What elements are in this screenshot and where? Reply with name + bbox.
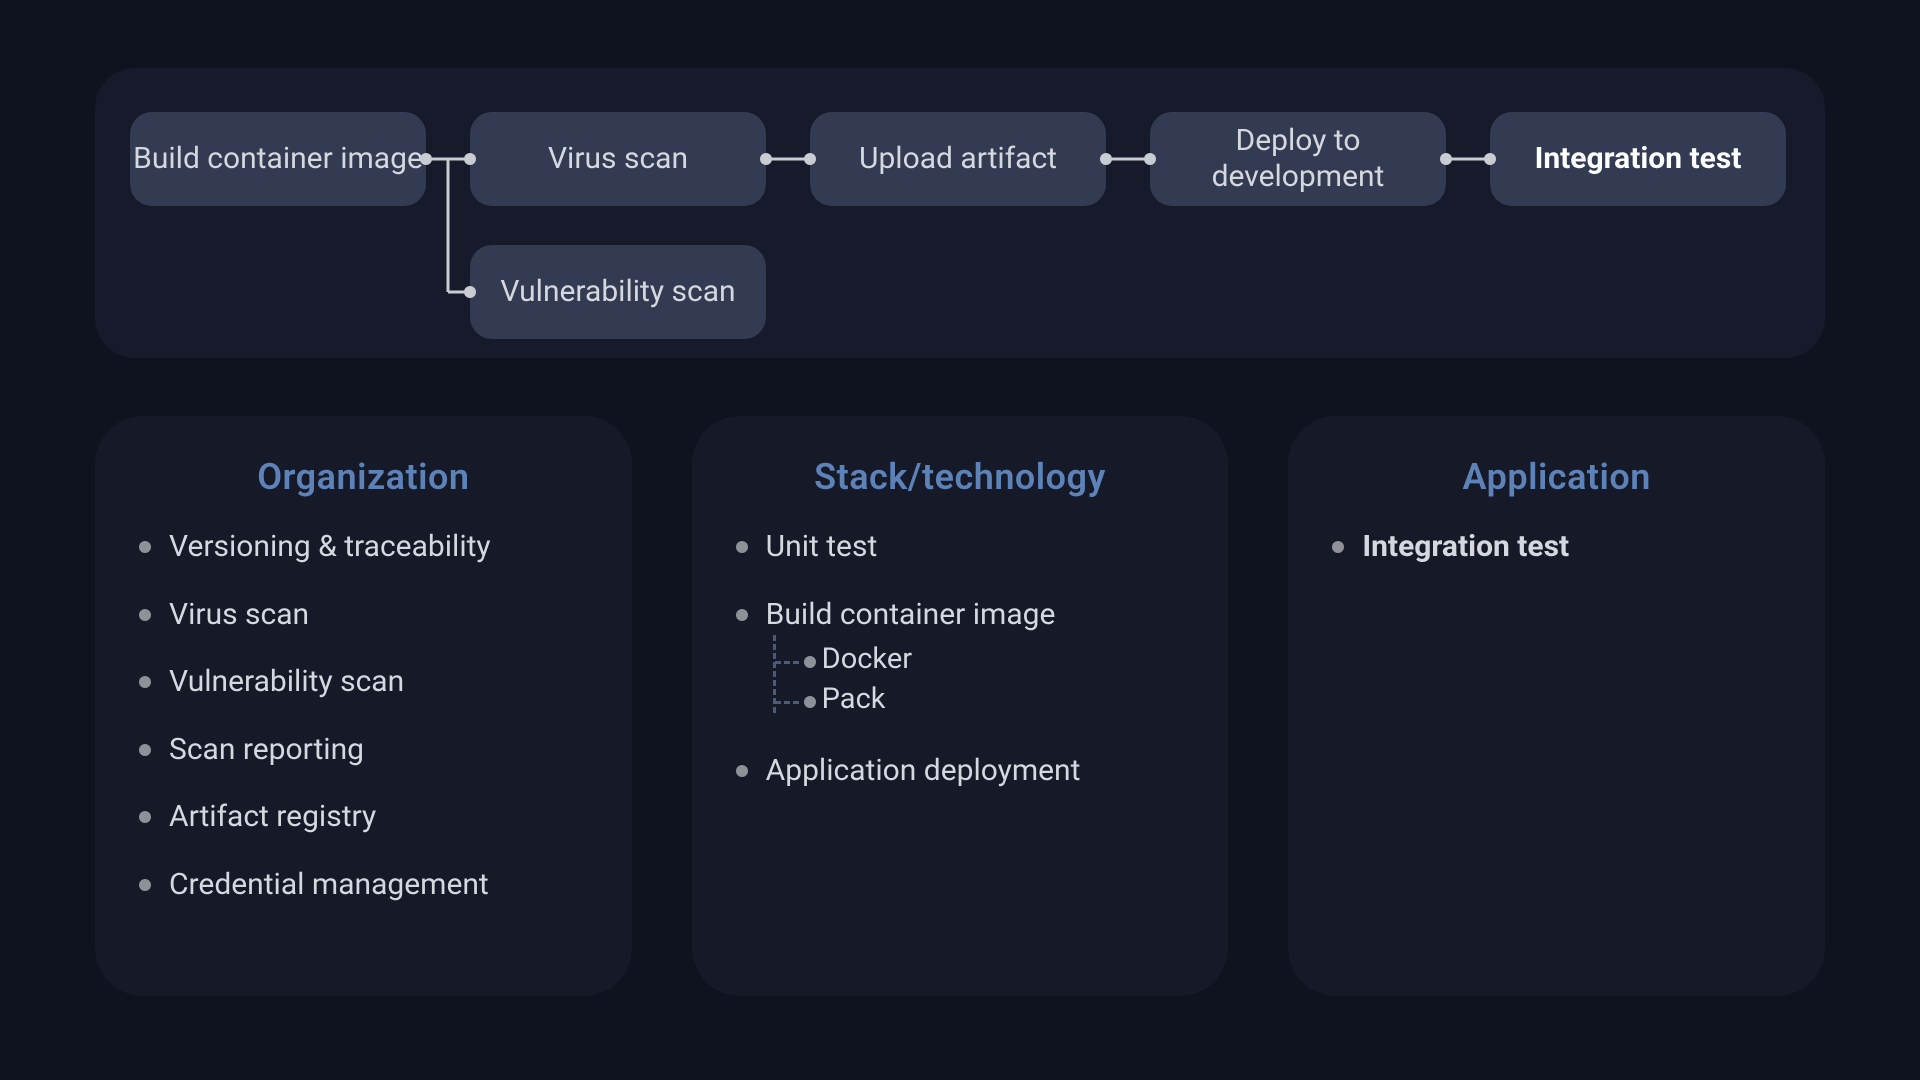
list-item: Docker — [774, 641, 1056, 677]
panel-title: Stack/technology — [732, 456, 1189, 498]
org-list: Versioning & traceability Virus scan Vul… — [135, 528, 592, 903]
list-item: Pack — [774, 681, 1056, 717]
panel-application: Application Integration test — [1288, 416, 1825, 996]
list-item: Unit test — [736, 528, 1189, 566]
list-item: Virus scan — [139, 596, 592, 634]
list-item: Integration test — [1332, 528, 1785, 566]
list-item: Versioning & traceability — [139, 528, 592, 566]
pipeline-step-vuln: Vulnerability scan — [470, 245, 766, 339]
list-item: Build container image Docker Pack — [736, 596, 1189, 722]
list-item: Artifact registry — [139, 798, 592, 836]
panel-stack: Stack/technology Unit test Build contain… — [692, 416, 1229, 996]
list-item: Vulnerability scan — [139, 663, 592, 701]
pipeline-step-integration: Integration test — [1490, 112, 1786, 206]
pipeline-step-deploy: Deploy to development — [1150, 112, 1446, 206]
pipeline-step-build: Build container image — [130, 112, 426, 206]
pipeline-step-upload: Upload artifact — [810, 112, 1106, 206]
panel-title: Application — [1328, 456, 1785, 498]
list-item: Application deployment — [736, 752, 1189, 790]
list-item: Credential management — [139, 866, 592, 904]
panel-title: Organization — [135, 456, 592, 498]
app-list: Integration test — [1328, 528, 1785, 566]
stack-list: Unit test Build container image Docker P… — [732, 528, 1189, 789]
pipeline-step-virus: Virus scan — [470, 112, 766, 206]
stack-sublist: Docker Pack — [772, 641, 1056, 718]
list-item: Scan reporting — [139, 731, 592, 769]
panel-organization: Organization Versioning & traceability V… — [95, 416, 632, 996]
